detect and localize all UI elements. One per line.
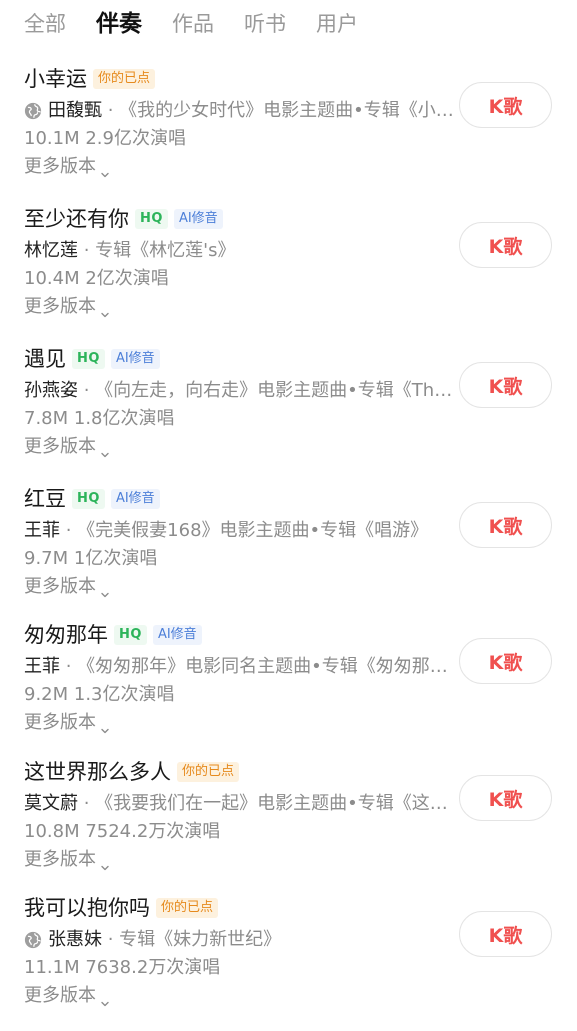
song-stats: 7.8M 1.8亿次演唱 xyxy=(24,408,175,429)
more-versions-label: 更多版本 xyxy=(24,296,96,317)
song-stats: 11.1M 7638.2万次演唱 xyxy=(24,957,221,978)
artist-name[interactable]: 张惠妹 xyxy=(48,927,102,953)
song-stats: 9.7M 1亿次演唱 xyxy=(24,548,158,569)
globe-icon xyxy=(24,102,42,120)
song-title: 至少还有你 xyxy=(24,207,129,231)
meta-separator: · xyxy=(102,929,120,950)
album-info: 《向左走，向右走》电影主题曲•专辑《The Moment》 xyxy=(95,380,458,401)
song-meta: 王菲 · 《完美假妻168》电影主题曲•专辑《唱游》 xyxy=(24,518,458,544)
more-versions-link[interactable]: 更多版本 xyxy=(24,434,110,460)
song-stats: 10.4M 2亿次演唱 xyxy=(24,268,169,289)
song-stats: 10.8M 7524.2万次演唱 xyxy=(24,821,221,842)
album-info: 《我要我们在一起》电影主题曲•专辑《这世界那么多人》 xyxy=(95,793,458,814)
chevron-down-icon xyxy=(100,582,110,598)
song-title: 红豆 xyxy=(24,487,66,511)
ai-tuning-badge: AI修音 xyxy=(173,209,223,229)
more-versions-link[interactable]: 更多版本 xyxy=(24,294,110,320)
more-versions-link[interactable]: 更多版本 xyxy=(24,710,110,736)
song-title: 这世界那么多人 xyxy=(24,760,171,784)
song-title: 匆匆那年 xyxy=(24,623,108,647)
artist-name[interactable]: 孙燕姿 xyxy=(24,378,78,404)
chevron-down-icon xyxy=(100,302,110,318)
artist-name[interactable]: 王菲 xyxy=(24,518,60,544)
album-info: 《我的少女时代》电影主题曲•专辑《小幸运》 xyxy=(119,100,458,121)
more-versions-label: 更多版本 xyxy=(24,156,96,177)
meta-separator: · xyxy=(78,240,96,261)
more-versions-label: 更多版本 xyxy=(24,985,96,1006)
meta-separator: · xyxy=(102,100,120,121)
song-meta: 张惠妹 · 专辑《妹力新世纪》 xyxy=(24,927,458,953)
karaoke-button[interactable]: K歌 xyxy=(459,362,552,408)
album-info: 《匆匆那年》电影同名主题曲•专辑《匆匆那年》 xyxy=(77,656,458,677)
already-sung-badge: 你的已点 xyxy=(177,762,240,782)
ai-tuning-badge: AI修音 xyxy=(110,489,160,509)
globe-icon xyxy=(24,931,42,949)
more-versions-link[interactable]: 更多版本 xyxy=(24,154,110,180)
song-meta: 田馥甄 · 《我的少女时代》电影主题曲•专辑《小幸运》 xyxy=(24,98,458,124)
karaoke-button[interactable]: K歌 xyxy=(459,82,552,128)
karaoke-button[interactable]: K歌 xyxy=(459,638,552,684)
more-versions-link[interactable]: 更多版本 xyxy=(24,983,110,1009)
album-info: 专辑《林忆莲's》 xyxy=(95,240,236,261)
more-versions-label: 更多版本 xyxy=(24,436,96,457)
hq-badge: HQ xyxy=(72,489,105,509)
hq-badge: HQ xyxy=(114,625,147,645)
song-title-row: 小幸运 你的已点 xyxy=(24,64,156,94)
song-title: 小幸运 xyxy=(24,67,87,91)
tab-accompaniment[interactable]: 伴奏 xyxy=(96,2,142,46)
song-title-row: 我可以抱你吗 你的已点 xyxy=(24,893,219,923)
song-stats: 10.1M 2.9亿次演唱 xyxy=(24,128,186,149)
song-title-row: 红豆 HQ AI修音 xyxy=(24,484,160,514)
song-meta: 孙燕姿 · 《向左走，向右走》电影主题曲•专辑《The Moment》 xyxy=(24,378,458,404)
karaoke-button[interactable]: K歌 xyxy=(459,911,552,957)
song-meta: 王菲 · 《匆匆那年》电影同名主题曲•专辑《匆匆那年》 xyxy=(24,654,458,680)
album-info: 《完美假妻168》电影主题曲•专辑《唱游》 xyxy=(77,520,429,541)
artist-name[interactable]: 田馥甄 xyxy=(48,98,102,124)
meta-separator: · xyxy=(60,520,78,541)
tab-audiobooks[interactable]: 听书 xyxy=(244,2,286,46)
artist-name[interactable]: 王菲 xyxy=(24,654,60,680)
song-title: 我可以抱你吗 xyxy=(24,896,150,920)
chevron-down-icon xyxy=(100,855,110,871)
song-meta: 林忆莲 · 专辑《林忆莲's》 xyxy=(24,238,458,264)
more-versions-link[interactable]: 更多版本 xyxy=(24,574,110,600)
chevron-down-icon xyxy=(100,442,110,458)
ai-tuning-badge: AI修音 xyxy=(110,349,160,369)
already-sung-badge: 你的已点 xyxy=(156,898,219,918)
chevron-down-icon xyxy=(100,991,110,1007)
song-meta: 莫文蔚 · 《我要我们在一起》电影主题曲•专辑《这世界那么多人》 xyxy=(24,791,458,817)
more-versions-link[interactable]: 更多版本 xyxy=(24,847,110,873)
song-title-row: 匆匆那年 HQ AI修音 xyxy=(24,620,202,650)
artist-name[interactable]: 林忆莲 xyxy=(24,238,78,264)
song-stats: 9.2M 1.3亿次演唱 xyxy=(24,684,175,705)
meta-separator: · xyxy=(60,656,78,677)
tab-bar: 全部 伴奏 作品 听书 用户 xyxy=(0,0,577,48)
song-title-row: 这世界那么多人 你的已点 xyxy=(24,757,240,787)
chevron-down-icon xyxy=(100,162,110,178)
more-versions-label: 更多版本 xyxy=(24,576,96,597)
hq-badge: HQ xyxy=(72,349,105,369)
karaoke-button[interactable]: K歌 xyxy=(459,775,552,821)
karaoke-button[interactable]: K歌 xyxy=(459,502,552,548)
tab-works[interactable]: 作品 xyxy=(172,2,214,46)
artist-name[interactable]: 莫文蔚 xyxy=(24,791,78,817)
more-versions-label: 更多版本 xyxy=(24,712,96,733)
song-title-row: 遇见 HQ AI修音 xyxy=(24,344,160,374)
song-title-row: 至少还有你 HQ AI修音 xyxy=(24,204,223,234)
tab-all[interactable]: 全部 xyxy=(24,2,66,46)
tab-users[interactable]: 用户 xyxy=(316,2,358,46)
hq-badge: HQ xyxy=(135,209,168,229)
song-title: 遇见 xyxy=(24,347,66,371)
meta-separator: · xyxy=(78,380,96,401)
meta-separator: · xyxy=(78,793,96,814)
chevron-down-icon xyxy=(100,718,110,734)
more-versions-label: 更多版本 xyxy=(24,849,96,870)
karaoke-button[interactable]: K歌 xyxy=(459,222,552,268)
already-sung-badge: 你的已点 xyxy=(93,69,156,89)
album-info: 专辑《妹力新世纪》 xyxy=(119,929,282,950)
ai-tuning-badge: AI修音 xyxy=(152,625,202,645)
